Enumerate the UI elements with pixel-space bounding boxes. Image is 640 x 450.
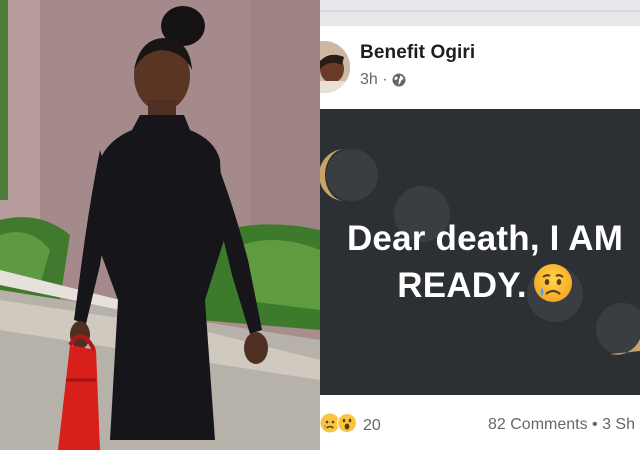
post-meta: 3h · [360,71,406,89]
comments-shares-link[interactable]: 82 Comments • 3 Sh [488,416,635,434]
reaction-count: 20 [363,416,381,434]
woman-photo [0,0,320,450]
post-text-line-1: Dear death, I AM [346,219,624,258]
top-divider [320,10,640,12]
reactions-summary[interactable]: 20 [320,413,381,438]
post-author-name[interactable]: Benefit Ogiri [360,42,475,64]
facebook-post: Benefit Ogiri 3h · Dear death, I AM READ… [320,0,640,450]
globe-icon [392,73,406,87]
post-footer: 20 82 Comments • 3 Sh [320,396,640,450]
post-top-bar [320,0,640,26]
post-text-line-2-label: READY. [397,266,527,305]
post-text: Dear death, I AM READY. [320,215,640,315]
crying-face-emoji-icon [533,263,573,315]
avatar[interactable] [320,41,350,93]
post-time[interactable]: 3h · [360,71,388,89]
post-text-line-2: READY. [320,262,640,315]
post-text-card: Dear death, I AM READY. [320,109,640,395]
wow-reaction-icon [337,413,357,438]
photo-panel [0,0,320,450]
